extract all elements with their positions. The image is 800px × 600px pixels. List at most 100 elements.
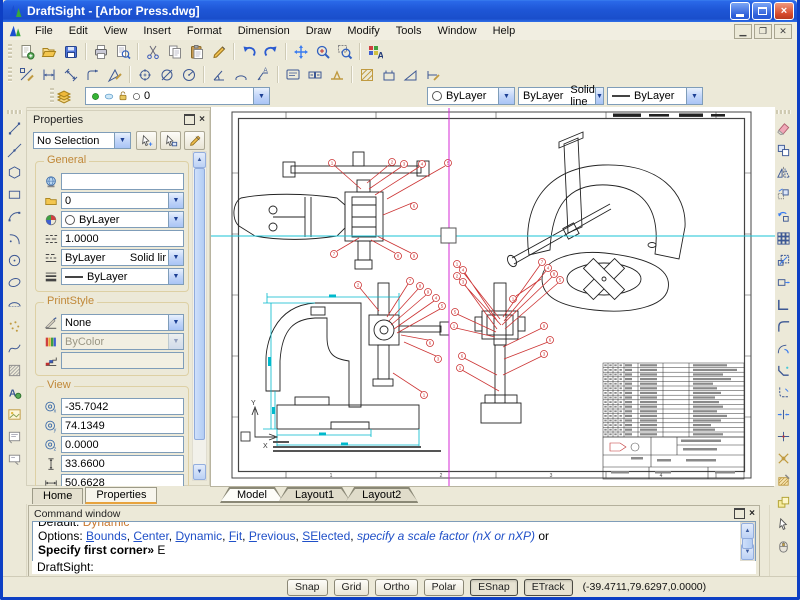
selection-combo[interactable]: No Selection ▼ xyxy=(33,132,131,149)
edit-length-button[interactable] xyxy=(773,293,795,315)
close-panel-icon[interactable]: × xyxy=(749,509,755,519)
select-entities-button[interactable] xyxy=(136,131,157,150)
annotation-button[interactable] xyxy=(282,64,304,85)
edit-dimension-button[interactable] xyxy=(422,64,444,85)
print-button[interactable] xyxy=(90,41,112,62)
aligned-dimension-button[interactable] xyxy=(60,64,82,85)
simple-note-button[interactable] xyxy=(4,425,26,447)
maximize-button[interactable] xyxy=(752,2,772,20)
linestyle-dropdown[interactable]: ByLayer Solid line ▼ xyxy=(518,87,604,105)
view-x-field[interactable]: -35.7042 xyxy=(61,398,184,415)
linetype-scale-field[interactable]: 1.0000 xyxy=(61,230,184,247)
copy-entity-button[interactable] xyxy=(773,139,795,161)
menu-insert[interactable]: Insert xyxy=(135,24,179,38)
line-style-field[interactable]: ByLayerSolid lir▼ xyxy=(61,249,184,266)
circle-button[interactable] xyxy=(4,249,26,271)
group-button[interactable] xyxy=(773,491,795,513)
select-settings-button[interactable] xyxy=(773,513,795,535)
line-button[interactable] xyxy=(4,117,26,139)
edit-hatch-button[interactable] xyxy=(773,469,795,491)
move-button[interactable] xyxy=(773,183,795,205)
float-panel-icon[interactable] xyxy=(734,508,745,519)
arc-length-dimension-button[interactable] xyxy=(230,64,252,85)
properties-scrollbar[interactable]: ▲ ▼ xyxy=(192,151,207,481)
chevron-down-icon[interactable]: ▼ xyxy=(498,88,514,104)
command-scrollbar[interactable]: ▲ ▼ xyxy=(740,522,755,561)
slope-button[interactable] xyxy=(400,64,422,85)
angular-dimension-button[interactable] xyxy=(208,64,230,85)
status-toggle-esnap[interactable]: ESnap xyxy=(470,579,518,596)
toolbar-grip[interactable] xyxy=(776,110,792,114)
hatch-button[interactable] xyxy=(4,359,26,381)
rectangle-button[interactable] xyxy=(4,183,26,205)
open-file-button[interactable] xyxy=(38,41,60,62)
polygon-button[interactable] xyxy=(4,161,26,183)
point-button[interactable] xyxy=(4,315,26,337)
fillet-arc-button[interactable] xyxy=(773,337,795,359)
infinite-line-button[interactable] xyxy=(4,139,26,161)
pan-button[interactable] xyxy=(290,41,312,62)
redo-button[interactable] xyxy=(260,41,282,62)
chevron-down-icon[interactable]: ▼ xyxy=(168,193,183,208)
command-option-dynamic[interactable]: Dynamic xyxy=(175,529,222,543)
mouse-settings-button[interactable] xyxy=(773,535,795,557)
command-option-previous[interactable]: Previous xyxy=(249,529,296,543)
layer-folder-field[interactable]: 0▼ xyxy=(61,192,184,209)
status-toggle-polar[interactable]: Polar xyxy=(424,579,465,596)
command-option-scale[interactable]: specify a scale factor (nX or nXP) xyxy=(357,529,535,543)
panel-tab-home[interactable]: Home xyxy=(32,488,83,504)
delete-button[interactable] xyxy=(773,117,795,139)
menu-format[interactable]: Format xyxy=(179,24,230,38)
status-toggle-grid[interactable]: Grid xyxy=(334,579,370,596)
status-toggle-snap[interactable]: Snap xyxy=(287,579,328,596)
ellipse-arc-button[interactable] xyxy=(4,293,26,315)
menu-dimension[interactable]: Dimension xyxy=(230,24,298,38)
close-panel-icon[interactable]: × xyxy=(199,115,205,125)
split-button[interactable] xyxy=(773,425,795,447)
layer-dropdown[interactable]: 0 ▼ xyxy=(85,87,270,105)
status-toggle-etrack[interactable]: ETrack xyxy=(524,579,573,596)
pattern-button[interactable] xyxy=(773,227,795,249)
panel-tab-properties[interactable]: Properties xyxy=(85,487,157,504)
undo-button[interactable] xyxy=(238,41,260,62)
diameter-dimension-button[interactable] xyxy=(156,64,178,85)
explode-button[interactable] xyxy=(773,447,795,469)
scroll-up-icon[interactable]: ▲ xyxy=(193,152,206,168)
menu-help[interactable]: Help xyxy=(485,24,524,38)
leader-button[interactable]: A xyxy=(252,64,274,85)
drawing-viewport[interactable]: 1234 xyxy=(210,107,775,486)
image-button[interactable] xyxy=(4,403,26,425)
paste-button[interactable] xyxy=(186,41,208,62)
chamfer-button[interactable] xyxy=(773,359,795,381)
layout-tab-layout1[interactable]: Layout1 xyxy=(278,487,351,503)
annotation-note-button[interactable] xyxy=(4,447,26,469)
zoom-window-button[interactable] xyxy=(334,41,356,62)
menu-file[interactable]: File xyxy=(27,24,61,38)
menu-window[interactable]: Window xyxy=(429,24,484,38)
copy-button[interactable] xyxy=(164,41,186,62)
chevron-down-icon[interactable]: ▼ xyxy=(168,315,183,330)
save-button[interactable] xyxy=(60,41,82,62)
line-color-field[interactable]: ByLayer▼ xyxy=(61,211,184,228)
view-y-field[interactable]: 74.1349 xyxy=(61,417,184,434)
command-option-fit[interactable]: Fit xyxy=(229,529,242,543)
view-height-field[interactable]: 33.6600 xyxy=(61,455,184,472)
scroll-up-icon[interactable]: ▲ xyxy=(741,523,754,539)
ordinate-dimension-button[interactable] xyxy=(82,64,104,85)
doc-close-button[interactable]: ✕ xyxy=(774,24,792,39)
menu-modify[interactable]: Modify xyxy=(339,24,387,38)
datum-target-button[interactable] xyxy=(378,64,400,85)
radius-dimension-button[interactable] xyxy=(178,64,200,85)
ellipse-button[interactable] xyxy=(4,271,26,293)
scroll-down-icon[interactable]: ▼ xyxy=(193,464,206,480)
command-input[interactable]: DraftSight: xyxy=(32,561,756,574)
menu-tools[interactable]: Tools xyxy=(388,24,430,38)
toolbar-grip[interactable] xyxy=(8,67,12,83)
arc-3point-button[interactable] xyxy=(4,205,26,227)
lineweight-dropdown[interactable]: ByLayer ▼ xyxy=(607,87,703,105)
command-option-center[interactable]: Center xyxy=(133,529,168,543)
smart-dimension-button[interactable] xyxy=(16,64,38,85)
doc-restore-button[interactable]: ❐ xyxy=(754,24,772,39)
chevron-down-icon[interactable]: ▼ xyxy=(168,212,183,227)
tolerance-button[interactable] xyxy=(304,64,326,85)
